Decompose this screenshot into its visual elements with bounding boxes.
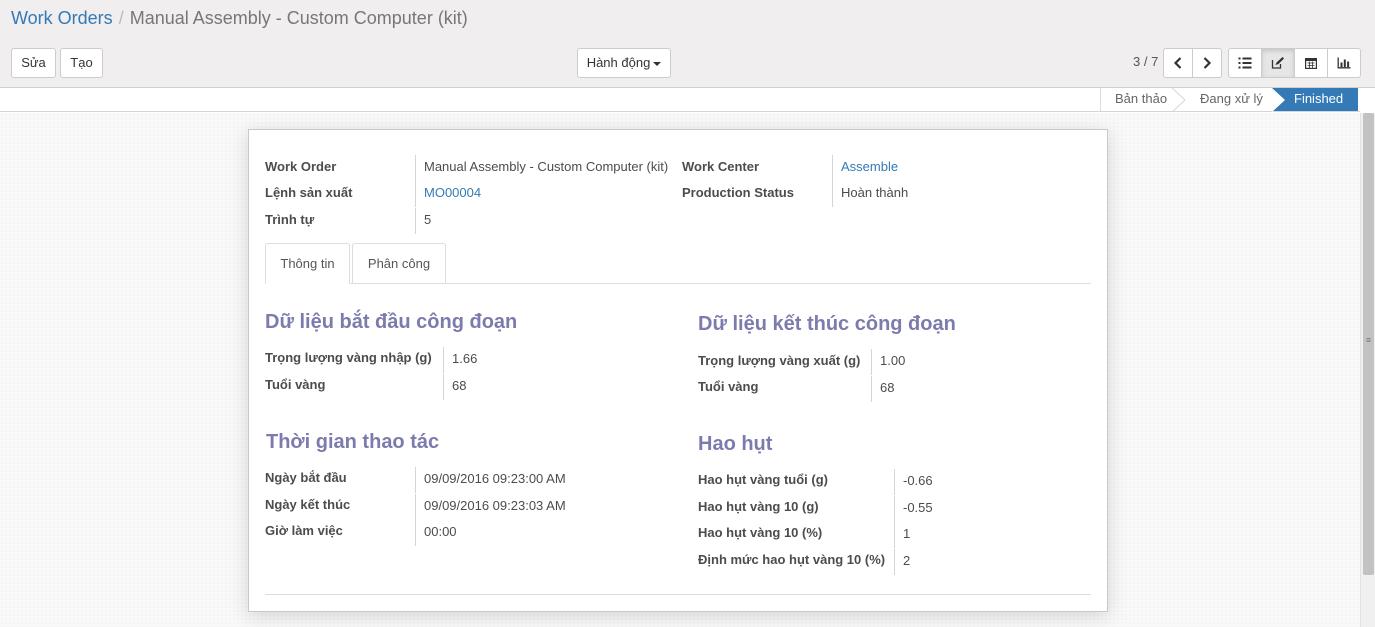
weight-out-label: Trọng lượng vàng xuất (g) [698,353,861,368]
loss-norm-label: Định mức hao hụt vàng 10 (%) [698,552,886,567]
start-section-title: Dữ liệu bắt đầu công đoạn [265,311,518,333]
breadcrumb-current: Manual Assembly - Custom Computer (kit) [129,8,468,28]
loss-section-title: Hao hụt [698,433,773,455]
start-date-label: Ngày bắt đầu [265,470,347,485]
sheet-bottom-divider [265,594,1091,595]
breadcrumb-work-orders-link[interactable]: Work Orders [11,8,113,28]
loss-age-value: -0.66 [894,469,933,495]
loss10-g-label: Hao hụt vàng 10 (g) [698,499,819,514]
scrollbar-thumb[interactable]: ≡ [1363,113,1374,575]
stage-draft[interactable]: Bản thảo [1100,88,1172,111]
end-date-label: Ngày kết thúc [265,497,351,512]
tab-divider [265,283,1091,284]
control-panel: Work Orders / Manual Assembly - Custom Com… [0,0,1375,88]
loss10-pct-value: 1 [894,522,910,548]
loss10-g-value: -0.55 [894,496,933,522]
manufacturing-order-label: Lệnh sản xuất [265,185,353,200]
breadcrumb: Work Orders / Manual Assembly - Custom Com… [11,8,468,29]
loss10-pct-label: Hao hụt vàng 10 (%) [698,525,823,540]
tab-info[interactable]: Thông tin [265,243,350,284]
create-button[interactable]: Tạo [60,48,103,78]
sequence-value: 5 [415,208,431,234]
pager-previous-button[interactable] [1163,48,1193,78]
end-age-label: Tuổi vàng [698,379,759,394]
stage-in-progress[interactable]: Đang xử lý [1186,88,1272,111]
chevron-right-icon [1203,57,1212,69]
work-hours-label: Giờ làm việc [265,523,343,538]
pager-value[interactable]: 3 / 7 [1133,54,1158,69]
work-center-link[interactable]: Assemble [832,155,898,181]
form-view-button[interactable] [1261,48,1295,78]
scrollbar[interactable]: ≡ [1360,113,1375,627]
time-section-title: Thời gian thao tác [266,431,440,453]
weight-out-value: 1.00 [871,349,905,375]
list-view-button[interactable] [1228,48,1262,78]
work-hours-value: 00:00 [415,520,457,546]
statusbar: Bản thảo Đang xử lý Finished [0,88,1360,112]
stage-separator-icon [1172,88,1186,112]
graph-icon [1337,57,1351,69]
breadcrumb-separator: / [118,8,124,28]
sequence-label: Trình tự [265,212,315,227]
form-sheet [248,129,1108,612]
form-icon [1271,57,1284,69]
edit-button[interactable]: Sửa [11,48,56,78]
work-center-label: Work Center [682,159,760,174]
start-date-value: 09/09/2016 09:23:00 AM [415,467,566,493]
tab-assignment[interactable]: Phân công [352,243,446,284]
work-order-value: Manual Assembly - Custom Computer (kit) [415,155,668,181]
production-status-value: Hoàn thành [832,181,908,207]
graph-view-button[interactable] [1327,48,1361,78]
end-age-value: 68 [871,376,894,402]
end-date-value: 09/09/2016 09:23:03 AM [415,494,566,520]
pager-next-button[interactable] [1192,48,1222,78]
manufacturing-order-link[interactable]: MO00004 [415,181,481,207]
action-label: Hành động [586,55,651,70]
start-age-value: 68 [443,374,466,400]
start-age-label: Tuổi vàng [265,377,326,392]
list-icon [1238,57,1252,69]
production-status-label: Production Status [682,185,794,200]
caret-down-icon [653,61,662,66]
loss-norm-value: 2 [894,549,910,575]
work-order-label: Work Order [265,159,337,174]
weight-in-label: Trọng lượng vàng nhập (g) [265,350,432,365]
chevron-left-icon [1173,57,1182,69]
end-section-title: Dữ liệu kết thúc công đoạn [698,313,956,335]
weight-in-value: 1.66 [443,347,477,373]
scroll-grip-icon: ≡ [1365,335,1372,345]
calendar-view-button[interactable] [1294,48,1328,78]
action-dropdown-button[interactable]: Hành động [577,48,671,78]
stage-arrow-icon [1272,88,1285,112]
calendar-icon [1305,58,1317,69]
loss-age-label: Hao hụt vàng tuổi (g) [698,472,828,487]
